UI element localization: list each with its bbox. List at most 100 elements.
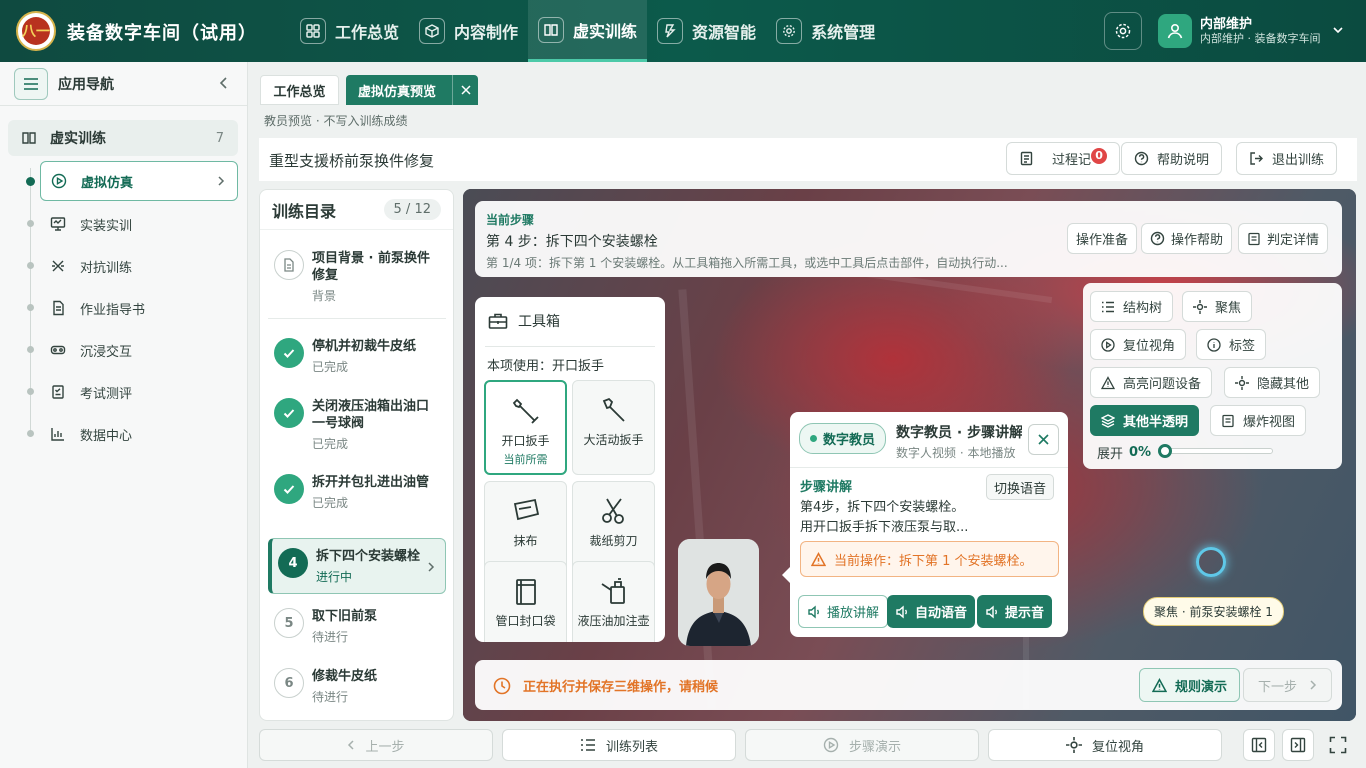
record-count-badge: 0 [1091,147,1108,164]
teacher-video[interactable] [678,539,759,646]
catalog-step[interactable]: 6 修裁牛皮纸 待进行 [268,660,446,713]
tone-button[interactable]: 提示音 [977,595,1053,628]
button-label: 高亮问题设备 [1123,377,1202,392]
next-step-button[interactable]: 下一步 [1243,668,1332,702]
sidebar-group-count: 7 [215,130,224,146]
focus-ring [1196,547,1226,577]
tree-dot [27,220,34,227]
tree-dot [26,177,35,186]
toggle-left-panel-button[interactable] [1243,729,1275,761]
catalog-step[interactable]: 关闭液压油箱出油口一号球阀 已完成 [268,390,446,460]
toolbox-icon [488,313,508,329]
user-menu[interactable]: 内部维护 内部维护 · 装备数字车间 [1158,14,1321,48]
current-step-label: 当前步骤 [486,213,535,227]
exit-training-button[interactable]: 退出训练 [1236,142,1338,175]
step-number: 5 [274,608,304,638]
sidebar-item-immersive[interactable]: 沉浸交互 [40,330,238,370]
tool-seal-bag[interactable]: 管口封口袋 [484,561,567,642]
judge-detail-button[interactable]: 判定详情 [1238,223,1329,254]
others-transparent-button[interactable]: 其他半透明 [1090,405,1200,436]
close-teacher-button[interactable] [1028,424,1059,455]
list-icon [580,739,595,751]
tree-dot [27,388,34,395]
logo: 八一 [16,11,56,51]
step-number: 6 [274,668,304,698]
tab-overview[interactable]: 工作总览 [260,75,339,105]
gear-icon [1115,23,1131,39]
grid-icon [300,18,326,44]
operation-help-button[interactable]: 操作帮助 [1141,223,1233,254]
process-record-button[interactable]: 过程记 0 [1006,142,1121,175]
toolbox-header: 工具箱 [488,311,560,331]
play-explain-button[interactable]: 播放讲解 [798,595,889,628]
teacher-avatar-image [678,539,759,646]
reset-view-button[interactable]: 复位视角 [1090,329,1187,360]
sidebar-item-confront[interactable]: 对抗训练 [40,246,238,286]
panel-left-icon [1251,737,1267,753]
sidebar-item-exam[interactable]: 考试测评 [40,372,238,412]
labels-button[interactable]: 标签 [1196,329,1267,360]
book-icon [538,16,565,43]
emblem-icon: 八一 [22,17,50,45]
explode-view-button[interactable]: 爆炸视图 [1210,405,1307,436]
fullscreen-button[interactable] [1322,729,1354,761]
sidebar-item-label: 考试测评 [80,386,133,402]
focus-button[interactable]: 聚焦 [1182,291,1253,322]
monitor-icon [50,217,66,231]
structure-tree-button[interactable]: 结构树 [1090,291,1174,322]
step-number: 4 [278,548,308,578]
sidebar-item-label: 实装实训 [80,218,133,234]
slider-handle[interactable] [1158,444,1172,458]
auto-voice-button[interactable]: 自动语音 [887,595,976,628]
step-title: 停机并初裁牛皮纸 [312,339,417,354]
prev-step-button[interactable]: 上一步 [259,729,493,761]
sidebar-item-manual[interactable]: 作业指导书 [40,288,238,328]
user-icon [1167,23,1183,39]
menu-button[interactable] [14,67,48,100]
step-status: 已完成 [312,496,349,510]
sidebar-item-virtual-sim[interactable]: 虚拟仿真 [40,161,238,201]
tool-adjustable-wrench[interactable]: 大活动扳手 [572,380,655,475]
catalog-step[interactable]: 停机并初裁牛皮纸 已完成 [268,330,446,383]
toggle-right-panel-button[interactable] [1282,729,1314,761]
sidebar-group-training[interactable]: 虚实训练 7 [8,120,238,156]
nav-system[interactable]: 系统管理 [766,0,885,62]
crosshair-icon [1193,299,1207,314]
hide-others-button[interactable]: 隐藏其他 [1224,367,1321,398]
step-demo-button[interactable]: 步骤演示 [745,729,979,761]
prepare-button[interactable]: 操作准备 [1067,223,1138,254]
teacher-pill: 数字教员 [799,423,887,454]
step-status: 进行中 [316,570,353,584]
tab-virtual-preview[interactable]: 虚拟仿真预览 [346,75,478,105]
rule-demo-button[interactable]: 规则演示 [1139,668,1241,702]
highlight-issue-button[interactable]: 高亮问题设备 [1090,367,1213,398]
document-icon [274,250,304,280]
nav-resource[interactable]: 资源智能 [647,0,766,62]
tool-oil-can[interactable]: 液压油加注壶 [572,561,655,642]
bottom-reset-view-button[interactable]: 复位视角 [988,729,1222,761]
3d-viewport[interactable]: 当前步骤 第 4 步：拆下四个安装螺栓 第 1/4 项：拆下第 1 个安装螺栓。… [463,189,1356,721]
catalog-step[interactable]: 5 取下旧前泵 待进行 [268,600,446,653]
switch-voice-button[interactable]: 切换语音 [986,474,1055,500]
help-icon [1150,231,1165,246]
help-button[interactable]: 帮助说明 [1121,142,1223,175]
tab-label: 工作总览 [273,84,326,100]
chevron-left-icon[interactable] [218,76,230,90]
catalog-step[interactable]: 拆开并包扎进出油管 已完成 [268,466,446,519]
sidebar-item-data[interactable]: 数据中心 [40,414,238,454]
catalog-step[interactable]: 项目背景 · 前泵换件修复 背景 [268,242,446,312]
view-control-panel: 结构树 聚焦 复位视角 标签 高亮问题设备 隐藏其他 其他半透明 爆炸视图 展开… [1083,283,1342,469]
close-tab-button[interactable] [452,75,478,105]
chevron-down-icon[interactable] [1332,24,1344,36]
training-list-button[interactable]: 训练列表 [502,729,736,761]
nav-overview[interactable]: 工作总览 [290,0,409,62]
catalog-step-current[interactable]: 4 拆下四个安装螺栓 进行中 [268,538,446,594]
step-status: 待进行 [312,630,349,644]
nav-content[interactable]: 内容制作 [409,0,528,62]
spread-slider[interactable] [1158,444,1273,458]
current-step-desc: 第 1/4 项：拆下第 1 个安装螺栓。从工具箱拖入所需工具，或选中工具后点击部… [486,256,1008,270]
sidebar-item-practice[interactable]: 实装实训 [40,204,238,244]
settings-button[interactable] [1104,12,1142,50]
nav-training[interactable]: 虚实训练 [528,0,648,62]
tool-open-wrench[interactable]: 开口扳手 当前所需 [484,380,567,475]
